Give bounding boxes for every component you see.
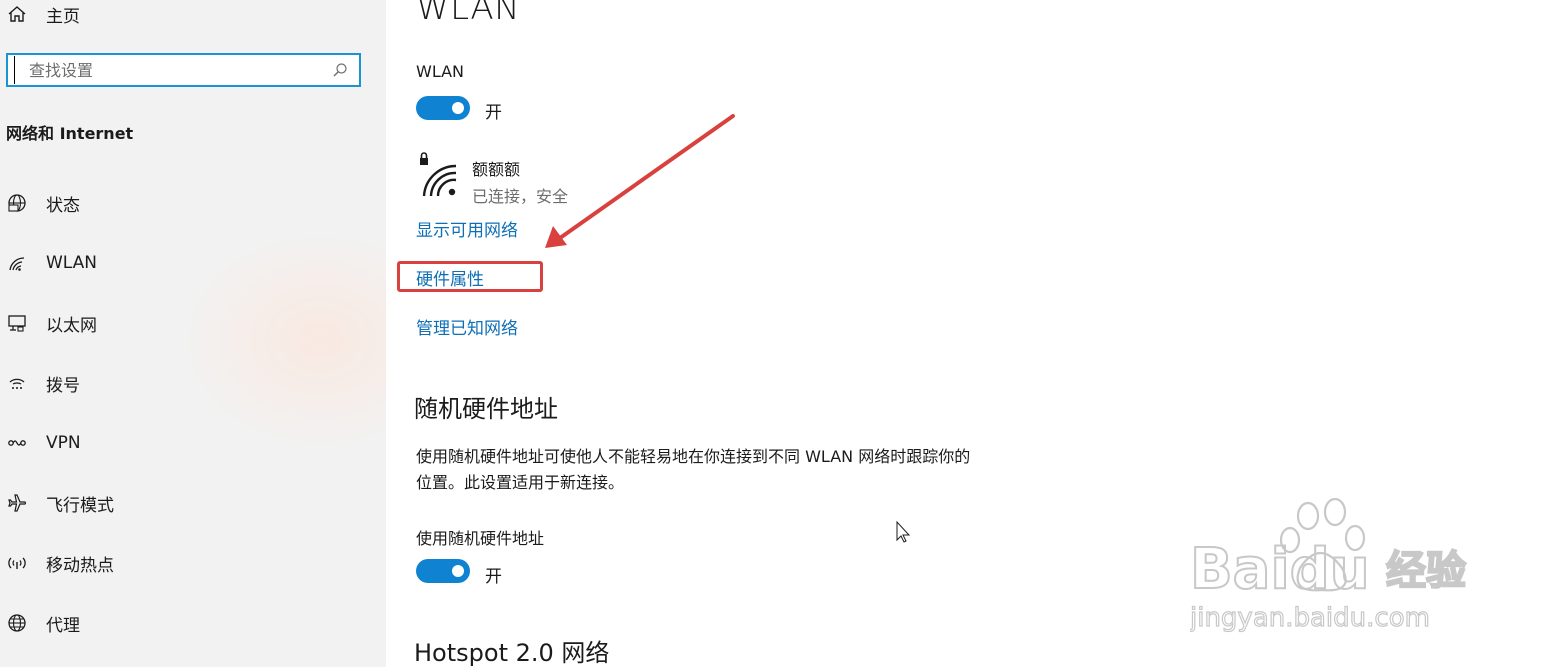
sidebar-item-label: 移动热点 — [46, 555, 114, 576]
home-icon — [6, 3, 28, 25]
sidebar-item-label: 以太网 — [46, 315, 97, 336]
sidebar-item-label: 代理 — [46, 615, 80, 636]
search-box — [6, 53, 361, 87]
show-available-networks-link[interactable]: 显示可用网络 — [416, 216, 518, 241]
watermark-brand: Baidu — [1190, 537, 1370, 602]
watermark-brand-cn: 经验 — [1386, 548, 1466, 594]
globe-icon — [6, 192, 28, 214]
search-icon[interactable] — [327, 57, 353, 83]
sidebar-item-label: WLAN — [46, 253, 98, 273]
wlan-label: WLAN — [416, 62, 465, 81]
sidebar-item-label: 飞行模式 — [46, 495, 114, 516]
wlan-toggle-state: 开 — [485, 103, 502, 123]
sidebar-item-status[interactable]: 状态 — [6, 190, 80, 216]
sidebar-item-hotspot[interactable]: 移动热点 — [6, 550, 114, 576]
network-status: 已连接，安全 — [472, 187, 569, 206]
random-hw-heading: 随机硬件地址 — [414, 395, 558, 423]
toggle-knob — [452, 565, 464, 577]
sidebar-home[interactable]: 主页 — [6, 2, 80, 27]
search-input[interactable] — [14, 56, 327, 84]
network-name: 额额额 — [472, 160, 521, 179]
vpn-icon — [6, 432, 28, 454]
random-hw-toggle-label: 使用随机硬件地址 — [416, 529, 545, 548]
wifi-icon — [6, 252, 28, 274]
connected-network[interactable]: 额额额 已连接，安全 — [416, 152, 568, 207]
random-hw-toggle-state: 开 — [485, 567, 502, 587]
sidebar-item-label: 拨号 — [46, 375, 80, 396]
hotspot-icon — [6, 552, 28, 574]
toggle-knob — [452, 102, 464, 114]
hotspot-heading: Hotspot 2.0 网络 — [414, 639, 610, 667]
sidebar-item-proxy[interactable]: 代理 — [6, 610, 80, 636]
sidebar-item-vpn[interactable]: VPN — [6, 430, 81, 456]
baidu-watermark: Baidu 经验 jingyan.baidu.com — [1188, 497, 1480, 638]
sidebar-item-ethernet[interactable]: 以太网 — [6, 310, 97, 336]
sidebar-item-label: 状态 — [46, 195, 80, 216]
sidebar-item-airplane[interactable]: 飞行模式 — [6, 490, 114, 516]
wlan-toggle[interactable] — [416, 96, 470, 120]
sidebar-item-dialup[interactable]: 拨号 — [6, 370, 80, 396]
sidebar-item-label: VPN — [46, 433, 81, 453]
random-hw-toggle[interactable] — [416, 559, 470, 583]
airplane-icon — [6, 492, 28, 514]
section-title: 网络和 Internet — [6, 124, 134, 143]
random-hw-description: 使用随机硬件地址可使他人不能轻易地在你连接到不同 WLAN 网络时跟踪你的位置。… — [416, 447, 971, 492]
dialup-icon — [6, 372, 28, 394]
manage-known-networks-link[interactable]: 管理已知网络 — [416, 314, 518, 339]
wifi-secured-icon — [416, 152, 460, 200]
watermark-url: jingyan.baidu.com — [1190, 603, 1430, 633]
sidebar-item-wlan[interactable]: WLAN — [6, 250, 97, 276]
hardware-properties-link[interactable]: 硬件属性 — [416, 265, 484, 290]
proxy-globe-icon — [6, 612, 28, 634]
ethernet-icon — [6, 312, 28, 334]
sidebar: 主页 网络和 Internet 状态 WLAN 以太网 拨号 — [0, 0, 386, 667]
sidebar-home-label: 主页 — [46, 6, 80, 27]
page-title: WLAN — [416, 0, 521, 28]
